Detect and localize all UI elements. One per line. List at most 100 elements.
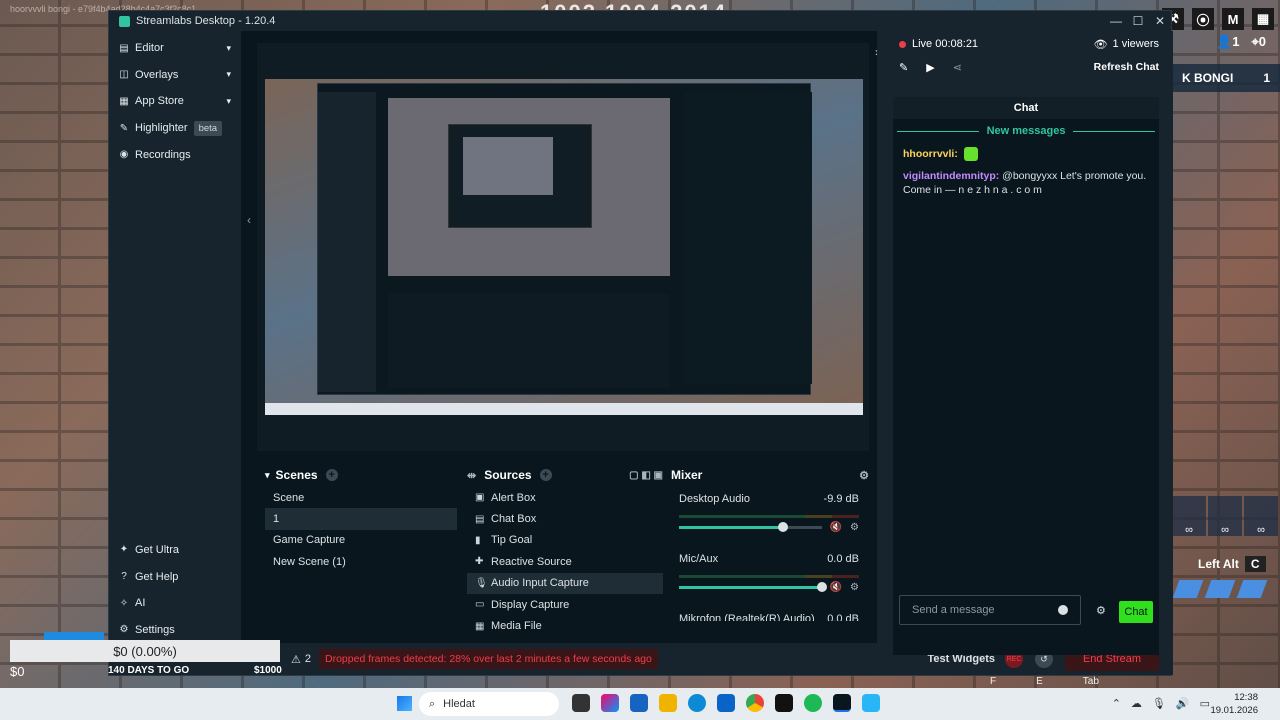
- tip-goal-icon: ▮: [475, 534, 481, 546]
- minimize-button[interactable]: —: [1105, 11, 1127, 31]
- sidebar-item-app-store[interactable]: ▦ App Store ▾: [109, 88, 241, 115]
- task-view-icon[interactable]: [572, 694, 590, 712]
- mixer-channel-label: Mikrofon (Realtek(R) Audio): [679, 613, 815, 621]
- add-source-button[interactable]: +: [539, 469, 552, 481]
- scene-item[interactable]: New Scene (1): [265, 551, 457, 572]
- volume-slider[interactable]: [679, 582, 827, 592]
- network-icon[interactable]: ☁: [1131, 697, 1142, 710]
- scenes-panel: ▾ Scenes + Scene 1 Game Capture New Scen…: [265, 463, 457, 643]
- players-count: 1: [1232, 34, 1240, 49]
- system-tray: ⌃ ☁ 🎙 🔊 ▭: [1112, 697, 1210, 710]
- mixer-channel-label: Mic/Aux: [679, 553, 719, 565]
- stream-preview[interactable]: ‹ ›: [247, 43, 879, 451]
- nested-window: [317, 83, 812, 395]
- build-pieces: [1172, 580, 1268, 598]
- spotify-icon[interactable]: [804, 694, 822, 712]
- microphone-tray-icon[interactable]: 🎙: [1152, 697, 1166, 710]
- scene-item[interactable]: Game Capture: [265, 530, 457, 551]
- mute-icon[interactable]: 🔇: [830, 522, 842, 533]
- chevron-up-icon[interactable]: ⌃: [1112, 697, 1121, 710]
- inventory-slot: ∞: [1244, 496, 1278, 536]
- windows-start-icon[interactable]: [397, 696, 412, 711]
- source-tools-icon[interactable]: ▢ ◧ ▣: [629, 470, 663, 481]
- new-messages-label: New messages: [986, 125, 1066, 137]
- volume-knob[interactable]: [778, 522, 789, 532]
- mute-icon[interactable]: 🔇: [830, 582, 842, 593]
- source-item[interactable]: ▮ Tip Goal: [467, 530, 663, 551]
- mixer-panel: Mixer ⚙ Desktop Audio -9.9 dB 🔇 ⚙ Mic/Aux…: [669, 463, 869, 643]
- nested-preview-inner: [448, 124, 592, 228]
- divider-line: [897, 130, 979, 132]
- source-item-selected[interactable]: 🎙 Audio Input Capture: [467, 572, 663, 594]
- scene-item-selected[interactable]: 1: [265, 508, 457, 530]
- source-item[interactable]: ▤ Chat Box: [467, 508, 663, 529]
- sidebar-item-ai[interactable]: ✧ AI: [109, 590, 241, 617]
- mixer-settings-gear-icon[interactable]: ⚙: [859, 469, 869, 482]
- live-timer: Live 00:08:21: [912, 38, 979, 50]
- outlook-icon[interactable]: [717, 694, 735, 712]
- file-explorer-icon[interactable]: [630, 694, 648, 712]
- sidebar-item-get-ultra[interactable]: ✦ Get Ultra: [109, 537, 241, 564]
- edit-stream-info-icon[interactable]: ✎: [899, 61, 908, 74]
- gear-icon[interactable]: ⚙: [850, 582, 859, 593]
- volume-slider[interactable]: [679, 522, 822, 532]
- sidebar-item-get-help[interactable]: ? Get Help: [109, 563, 241, 590]
- source-item[interactable]: ▦ Media File: [467, 615, 663, 636]
- camera-icon[interactable]: ▶: [926, 61, 934, 74]
- hud-map-key: M: [1222, 8, 1244, 30]
- monitor-icon: ▭: [475, 599, 485, 611]
- sidebar-bottom: ✦ Get Ultra ? Get Help ✧ AI ⚙ Settings: [109, 537, 241, 643]
- collapse-left-icon[interactable]: ‹: [247, 213, 251, 227]
- volume-knob[interactable]: [816, 582, 827, 592]
- tiktok-icon[interactable]: [775, 694, 793, 712]
- chat-send-button[interactable]: Chat: [1119, 601, 1153, 623]
- source-item[interactable]: ✚ Reactive Source: [467, 551, 663, 572]
- sidebar-item-editor[interactable]: ▤ Editor ▾: [109, 35, 241, 62]
- source-item[interactable]: ▭ Display Capture: [467, 594, 663, 615]
- team-row: K BONGI 1: [1172, 64, 1280, 92]
- copilot-icon[interactable]: [601, 694, 619, 712]
- chat-settings-gear-icon[interactable]: ⚙: [1096, 604, 1106, 617]
- warning-indicator[interactable]: ⚠ 2: [291, 653, 311, 666]
- emoji-icon[interactable]: [1058, 605, 1068, 615]
- gear-icon[interactable]: ⚙: [850, 522, 859, 533]
- sidebar-item-highlighter[interactable]: ✎ Highlighter beta: [109, 115, 241, 142]
- sidebar-item-settings[interactable]: ⚙ Settings: [109, 616, 241, 643]
- close-button[interactable]: ✕: [1149, 11, 1171, 31]
- taskbar-search[interactable]: ⌕ Hledat: [419, 692, 559, 716]
- chevron-down-icon[interactable]: ▾: [265, 470, 270, 481]
- scene-item[interactable]: Scene: [265, 487, 457, 508]
- dropped-frames-alert[interactable]: Dropped frames detected: 28% over last 2…: [319, 649, 658, 669]
- chat-input[interactable]: Send a message: [899, 595, 1081, 625]
- build-piece-icon: [1172, 580, 1204, 598]
- chrome-icon[interactable]: [746, 694, 764, 712]
- warning-count: 2: [304, 653, 311, 665]
- warning-icon: ⚠: [291, 653, 301, 666]
- build-piece-icon: [1236, 580, 1268, 598]
- sidebar-item-overlays[interactable]: ◫ Overlays ▾: [109, 62, 241, 89]
- source-label: Audio Input Capture: [491, 577, 589, 590]
- search-placeholder: Hledat: [443, 698, 475, 710]
- maximize-button[interactable]: ☐: [1127, 11, 1149, 31]
- chat-username[interactable]: hhoorrvvli:: [903, 148, 958, 160]
- volume-meter: [679, 515, 859, 518]
- source-label: Reactive Source: [491, 555, 572, 568]
- share-icon[interactable]: ⋖: [953, 61, 962, 74]
- chat-panel: Chat New messages hhoorrvvli: vigilantin…: [893, 97, 1159, 655]
- refresh-chat-button[interactable]: Refresh Chat: [1094, 61, 1159, 73]
- fortnite-icon[interactable]: [862, 694, 880, 712]
- add-scene-button[interactable]: +: [325, 469, 338, 481]
- edge-icon[interactable]: [688, 694, 706, 712]
- sources-toggle-icon[interactable]: ⇹: [467, 469, 476, 482]
- source-item[interactable]: ▣ Alert Box: [467, 487, 663, 508]
- battery-icon[interactable]: ▭: [1200, 697, 1210, 710]
- left-alt-label: Left Alt: [1198, 557, 1239, 571]
- new-messages-divider[interactable]: New messages: [893, 119, 1159, 143]
- chat-username[interactable]: vigilantindemnityp:: [903, 170, 999, 182]
- streamlabs-taskbar-icon[interactable]: [833, 694, 851, 712]
- store-app-icon[interactable]: [659, 694, 677, 712]
- keybind-label: F: [990, 676, 997, 687]
- taskbar-clock[interactable]: 12:38 19.01.2026: [1210, 691, 1258, 717]
- volume-icon[interactable]: 🔊: [1176, 697, 1190, 710]
- sidebar-item-recordings[interactable]: ◉ Recordings: [109, 141, 241, 168]
